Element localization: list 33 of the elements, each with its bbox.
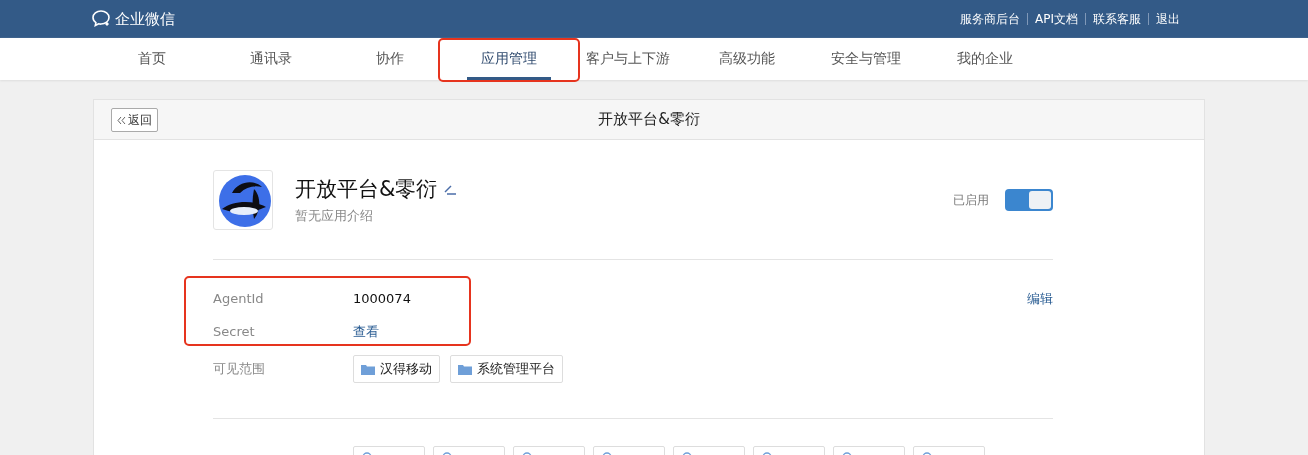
department-tag: 汉得移动	[353, 355, 440, 383]
edit-link[interactable]: 编辑	[1027, 290, 1053, 308]
brand-name: 企业微信	[115, 9, 175, 29]
view-link[interactable]: 查看	[353, 322, 379, 341]
nav-tab[interactable]: 我的企业	[943, 38, 1027, 80]
double-chevron-icon	[117, 115, 126, 125]
card-title: 开放平台&零衍	[598, 110, 700, 129]
field-label: AgentId	[213, 291, 265, 306]
department-tag: 系统管理平台	[450, 355, 563, 383]
edit-icon[interactable]	[443, 183, 458, 195]
top-link[interactable]: API文档	[1035, 10, 1078, 28]
back-button[interactable]: 返回	[111, 108, 158, 132]
folder-icon	[458, 363, 472, 375]
top-link[interactable]: 联系客服	[1093, 10, 1141, 28]
field-label: Secret	[213, 324, 256, 339]
top-link[interactable]: 退出	[1156, 10, 1180, 28]
nav-tab[interactable]: 安全与管理	[817, 38, 915, 80]
field-value: 1000074	[353, 291, 411, 306]
nav-tab[interactable]: 客户与上下游	[572, 38, 684, 80]
chat-bubble-icon	[92, 10, 112, 28]
nav-tab[interactable]: 协作	[362, 38, 418, 80]
app-name: 开放平台&零衍	[295, 176, 438, 203]
app-logo-icon	[213, 170, 273, 230]
nav-tab[interactable]: 首页	[124, 38, 180, 80]
toggle-switch[interactable]	[1005, 189, 1053, 211]
nav-tab[interactable]: 通讯录	[236, 38, 306, 80]
nav-tab[interactable]: 高级功能	[705, 38, 789, 80]
field-label: 可见范围	[213, 360, 266, 378]
nav-tab[interactable]: 应用管理	[467, 38, 551, 80]
folder-icon	[361, 363, 375, 375]
app-intro: 暂无应用介绍	[295, 207, 374, 225]
status-label: 已启用	[953, 191, 989, 209]
top-link[interactable]: 服务商后台	[960, 10, 1020, 28]
